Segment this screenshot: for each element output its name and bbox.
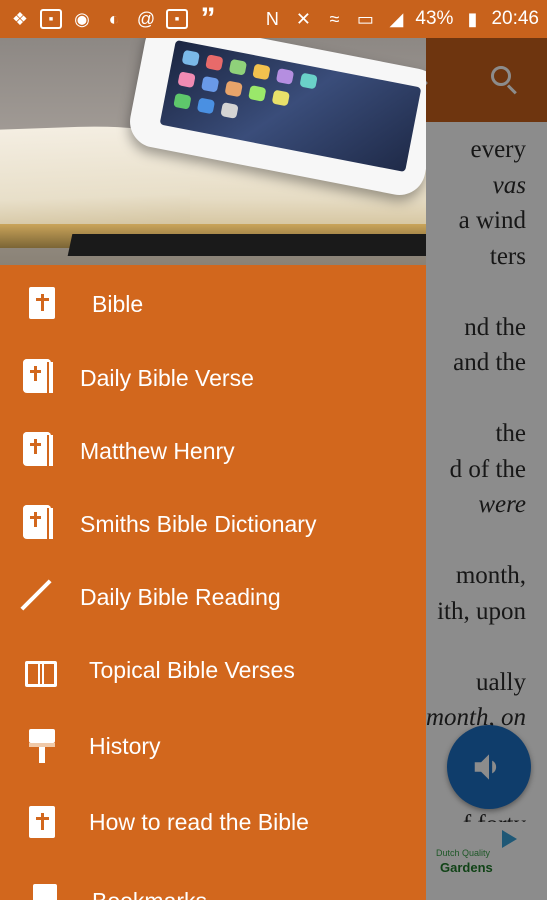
menu-item-bookmarks[interactable]: Bookmarks	[0, 860, 426, 900]
menu-item-topical-bible-verses[interactable]: Topical Bible Verses	[0, 632, 426, 708]
book-icon	[20, 356, 54, 396]
drawer-menu: Bible Daily Bible Verse Matthew Henry Sm…	[0, 265, 426, 900]
brush-icon	[25, 726, 59, 766]
menu-label: Bookmarks	[92, 888, 207, 900]
menu-label: Daily Bible Verse	[80, 365, 254, 391]
menu-item-how-to-read[interactable]: How to read the Bible	[0, 784, 426, 860]
bible-app-icon-2: ■	[166, 9, 188, 29]
menu-label: History	[89, 733, 161, 759]
menu-label: Topical Bible Verses	[89, 657, 295, 683]
shield-icon: ◐	[108, 8, 120, 29]
menu-item-daily-bible-reading[interactable]: Daily Bible Reading	[0, 559, 426, 632]
menu-label: Matthew Henry	[80, 438, 235, 464]
menu-label: Daily Bible Reading	[80, 584, 281, 610]
open-book-icon	[24, 652, 58, 692]
pen-icon	[18, 575, 52, 615]
bookmark-icon	[28, 880, 62, 900]
battery-percent: 43%	[415, 8, 454, 29]
clock: 20:46	[491, 8, 539, 29]
menu-label: Bible	[92, 291, 144, 317]
navigation-drawer: Bible Daily Bible Verse Matthew Henry Sm…	[0, 38, 426, 900]
book-icon	[20, 502, 54, 542]
mute-icon: ✕	[295, 8, 311, 29]
drawer-header-image	[0, 38, 426, 265]
bible-icon	[25, 802, 59, 842]
menu-item-matthew-henry[interactable]: Matthew Henry	[0, 413, 426, 486]
book-icon	[20, 429, 54, 469]
battery-icon: ▮	[467, 8, 478, 29]
sim-icon: ▭	[356, 8, 374, 29]
menu-item-bible[interactable]: Bible	[0, 265, 426, 340]
menu-item-daily-bible-verse[interactable]: Daily Bible Verse	[0, 340, 426, 413]
status-bar: ❖ ■ ◉ ◐ @ ■ ” N ✕ ≈ ▭ ◢ 43% ▮ 20:46	[0, 0, 547, 38]
dropbox-icon: ❖	[11, 8, 29, 29]
menu-label: Smiths Bible Dictionary	[80, 511, 317, 537]
menu-item-smiths-bible-dictionary[interactable]: Smiths Bible Dictionary	[0, 486, 426, 559]
nfc-icon: N	[265, 8, 279, 29]
menu-item-history[interactable]: History	[0, 708, 426, 784]
bible-icon	[25, 283, 59, 323]
chrome-icon: ◉	[74, 8, 90, 29]
signal-icon: ◢	[389, 8, 404, 29]
menu-label: How to read the Bible	[89, 809, 309, 835]
bible-app-icon: ■	[40, 9, 62, 29]
wifi-icon: ≈	[329, 8, 340, 29]
quote-icon: ”	[200, 2, 216, 35]
at-icon: @	[136, 8, 156, 29]
